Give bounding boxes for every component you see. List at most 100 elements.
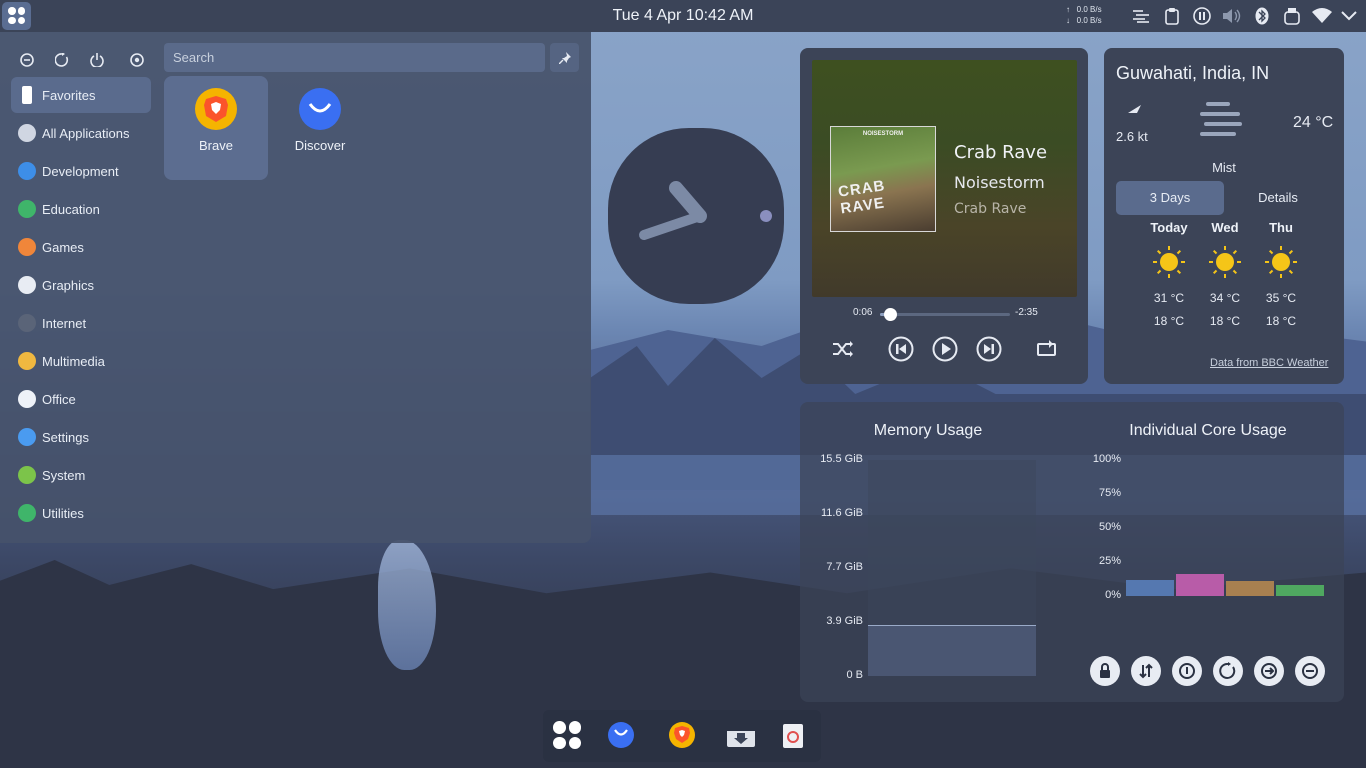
tab-3-days[interactable]: 3 Days bbox=[1116, 181, 1224, 215]
category-settings[interactable]: Settings bbox=[11, 419, 151, 455]
category-multimedia[interactable]: Multimedia bbox=[11, 343, 151, 379]
shutdown-button[interactable] bbox=[87, 50, 107, 70]
category-label: Favorites bbox=[42, 87, 96, 103]
app-discover[interactable]: Discover bbox=[268, 76, 372, 180]
category-office[interactable]: Office bbox=[11, 381, 151, 417]
core-usage-bar bbox=[1226, 581, 1274, 596]
dock bbox=[543, 710, 821, 762]
category-graphics[interactable]: Graphics bbox=[11, 267, 151, 303]
forecast-low: 18 °C bbox=[1153, 314, 1185, 328]
forecast-day-name: Today bbox=[1150, 220, 1188, 235]
tab-details[interactable]: Details bbox=[1224, 181, 1332, 215]
category-icon bbox=[22, 86, 32, 104]
sun-icon bbox=[1264, 245, 1298, 279]
shuffle-button[interactable] bbox=[830, 336, 856, 362]
mist-icon bbox=[1200, 102, 1242, 136]
bluetooth-icon[interactable] bbox=[1252, 6, 1272, 26]
forecast-day: Today 31 °C 18 °C bbox=[1139, 220, 1199, 333]
analog-clock[interactable] bbox=[608, 128, 784, 304]
elapsed-time: 0:06 bbox=[853, 307, 873, 318]
forecast-day: Thu 35 °C 18 °C bbox=[1251, 220, 1311, 333]
restart-button[interactable] bbox=[1213, 656, 1243, 686]
logout-icon bbox=[1261, 663, 1277, 679]
repeat-icon bbox=[1037, 340, 1056, 356]
pause-icon[interactable] bbox=[1192, 6, 1212, 26]
category-education[interactable]: Education bbox=[11, 191, 151, 227]
next-button[interactable] bbox=[976, 336, 1002, 362]
shutdown-icon bbox=[1179, 663, 1195, 679]
memory-axis-tick: 15.5 GiB bbox=[820, 453, 863, 465]
repeat-button[interactable] bbox=[1034, 336, 1060, 362]
hibernate-icon bbox=[1302, 663, 1318, 679]
category-favorites[interactable]: Favorites bbox=[11, 77, 151, 113]
category-utilities[interactable]: Utilities bbox=[11, 495, 151, 531]
shutdown-button[interactable] bbox=[1172, 656, 1202, 686]
top-panel: Tue 4 Apr 10:42 AM ↑ 0.0 B/s ↓ 0.0 B/s bbox=[0, 0, 1366, 32]
lock-button[interactable] bbox=[1090, 656, 1120, 686]
memory-axis-tick: 7.7 GiB bbox=[826, 561, 863, 573]
upload-speed: 0.0 B/s bbox=[1076, 5, 1102, 14]
restart-button[interactable] bbox=[52, 50, 72, 70]
power-menu-icon[interactable] bbox=[1339, 6, 1359, 26]
downloads-icon[interactable] bbox=[725, 719, 757, 751]
logout-button[interactable] bbox=[127, 50, 147, 70]
weather-source-link[interactable]: Data from BBC Weather bbox=[1210, 357, 1328, 369]
search-input[interactable]: Search bbox=[164, 43, 545, 72]
seek-handle[interactable] bbox=[884, 308, 898, 321]
category-development[interactable]: Development bbox=[11, 153, 151, 189]
system-monitor: Memory Usage Individual Core Usage 15.5 … bbox=[800, 402, 1344, 702]
category-icon bbox=[18, 238, 36, 256]
category-label: Graphics bbox=[42, 277, 95, 293]
memory-axis-tick: 11.6 GiB bbox=[821, 507, 863, 519]
category-label: Multimedia bbox=[42, 353, 105, 369]
sun-icon bbox=[1152, 245, 1186, 279]
current-temperature: 24 °C bbox=[1293, 114, 1334, 131]
core-axis-tick: 0% bbox=[1105, 589, 1121, 601]
application-menu: Search Favorites All Applications Developm… bbox=[0, 32, 591, 543]
category-all-applications[interactable]: All Applications bbox=[11, 115, 151, 151]
download-speed: 0.0 B/s bbox=[1076, 16, 1102, 25]
category-icon bbox=[18, 314, 36, 332]
wallpaper-plant bbox=[378, 540, 436, 670]
track-title: Crab Rave bbox=[954, 142, 1048, 163]
pin-icon[interactable] bbox=[550, 43, 579, 72]
previous-icon bbox=[888, 336, 914, 362]
next-icon bbox=[976, 336, 1002, 362]
brave-icon[interactable] bbox=[666, 719, 698, 751]
category-icon bbox=[18, 466, 36, 484]
clipboard-icon[interactable] bbox=[1162, 6, 1182, 26]
upload-arrow-icon: ↑ bbox=[1066, 5, 1070, 14]
category-label: Internet bbox=[42, 315, 87, 331]
category-games[interactable]: Games bbox=[11, 229, 151, 265]
play-button[interactable] bbox=[932, 336, 958, 362]
cover-title: CRAB RAVE bbox=[837, 177, 887, 218]
previous-button[interactable] bbox=[888, 336, 914, 362]
hibernate-button[interactable] bbox=[1295, 656, 1325, 686]
logout-button[interactable] bbox=[1254, 656, 1284, 686]
category-icon bbox=[18, 390, 36, 408]
volume-icon[interactable] bbox=[1222, 6, 1242, 26]
discover-icon bbox=[299, 88, 341, 130]
network-speed[interactable]: ↑ 0.0 B/s ↓ 0.0 B/s bbox=[1066, 4, 1102, 26]
app-launcher-icon[interactable] bbox=[551, 719, 583, 751]
category-system[interactable]: System bbox=[11, 457, 151, 493]
storage-icon[interactable] bbox=[1282, 6, 1302, 26]
switch-user-button[interactable] bbox=[1131, 656, 1161, 686]
remaining-time: -2:35 bbox=[1015, 307, 1038, 318]
forecast-low: 18 °C bbox=[1265, 314, 1297, 328]
sleep-button[interactable] bbox=[17, 50, 37, 70]
app-label: Brave bbox=[199, 138, 233, 153]
forecast-high: 34 °C bbox=[1209, 291, 1241, 305]
trash-icon[interactable] bbox=[777, 719, 809, 751]
discover-icon[interactable] bbox=[605, 719, 637, 751]
category-label: System bbox=[42, 467, 86, 483]
seek-bar[interactable] bbox=[880, 308, 1010, 321]
weather-widget[interactable]: Guwahati, India, IN 2.6 kt 24 °C Mist 3 … bbox=[1104, 48, 1344, 384]
activity-icon[interactable] bbox=[1131, 6, 1151, 26]
app-brave[interactable]: Brave bbox=[164, 76, 268, 180]
wifi-icon[interactable] bbox=[1312, 6, 1332, 26]
wind-speed: 2.6 kt bbox=[1116, 129, 1148, 144]
category-internet[interactable]: Internet bbox=[11, 305, 151, 341]
lock-icon bbox=[1100, 663, 1110, 678]
forecast-high: 31 °C bbox=[1153, 291, 1185, 305]
